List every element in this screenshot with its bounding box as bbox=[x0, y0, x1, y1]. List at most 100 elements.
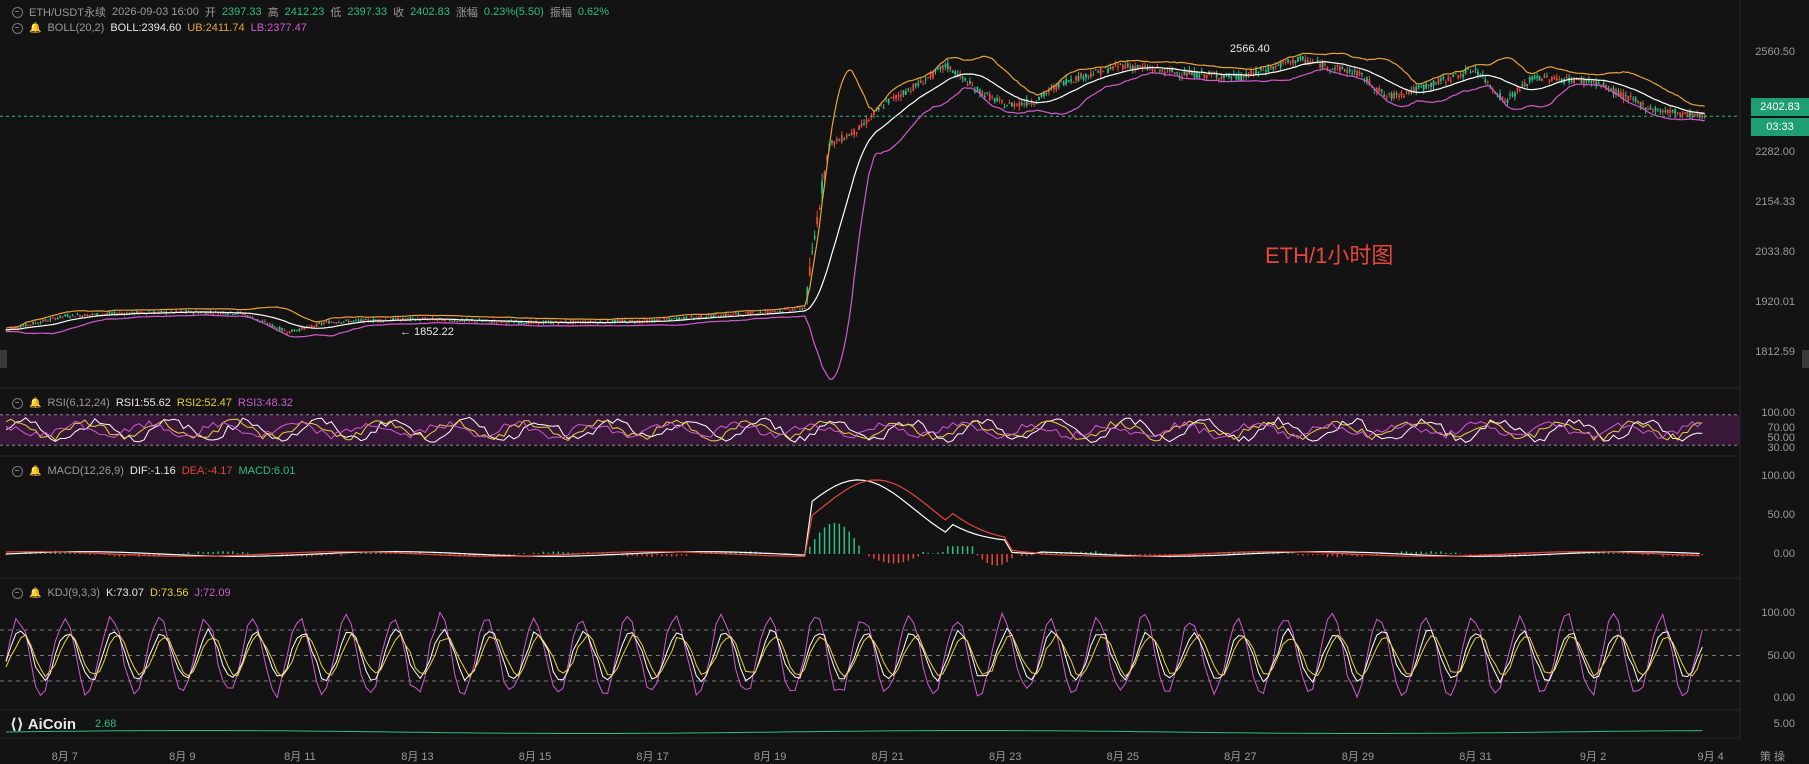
candle-body bbox=[27, 324, 30, 326]
candle-body bbox=[1380, 89, 1383, 92]
eye-icon[interactable] bbox=[12, 465, 23, 477]
bell-icon[interactable]: 🔔 bbox=[29, 588, 41, 599]
settings-label[interactable]: 策 操 bbox=[1760, 748, 1785, 764]
candle-body bbox=[737, 312, 740, 315]
candle-body bbox=[1028, 103, 1031, 105]
candle-body bbox=[360, 319, 362, 321]
candle-body bbox=[357, 319, 360, 321]
candle-body bbox=[296, 329, 298, 331]
candle-body bbox=[56, 317, 59, 319]
candle-body bbox=[394, 318, 397, 320]
eye-icon[interactable] bbox=[12, 22, 23, 34]
candle-body bbox=[759, 311, 762, 313]
candle-body bbox=[983, 95, 986, 98]
candle-body bbox=[1462, 74, 1465, 77]
boll-name[interactable]: BOLL(20,2) bbox=[47, 22, 104, 34]
candle-body bbox=[845, 134, 848, 138]
candle-body bbox=[796, 307, 799, 309]
candle-body bbox=[231, 314, 234, 316]
candle-body bbox=[47, 320, 49, 322]
x-tick: 8月 23 bbox=[989, 751, 1022, 763]
candle-body bbox=[308, 325, 311, 327]
candle-body bbox=[1262, 70, 1265, 72]
rsi-name[interactable]: RSI(6,12,24) bbox=[47, 397, 109, 409]
candle-body bbox=[1119, 64, 1122, 66]
candle-body bbox=[204, 312, 207, 315]
candle-body bbox=[779, 310, 782, 312]
candle-body bbox=[1173, 72, 1176, 75]
right-collapse-handle[interactable] bbox=[1802, 350, 1809, 368]
eye-icon[interactable] bbox=[12, 397, 23, 409]
candle-body bbox=[727, 314, 730, 316]
candle-body bbox=[993, 98, 996, 102]
bell-icon[interactable]: 🔔 bbox=[29, 466, 41, 477]
candle-body bbox=[1336, 65, 1339, 67]
candle-body bbox=[1486, 81, 1489, 83]
candle-body bbox=[1149, 68, 1151, 70]
macd-name[interactable]: MACD(12,26,9) bbox=[47, 465, 123, 477]
candle-body bbox=[1097, 71, 1100, 73]
high-annotation: 2566.40 bbox=[1230, 43, 1270, 55]
candle-body bbox=[1247, 75, 1250, 77]
candle-body bbox=[1420, 86, 1423, 88]
candle-body bbox=[971, 85, 974, 87]
candle-body bbox=[715, 314, 717, 316]
candle-body bbox=[298, 329, 301, 331]
rsi1-value: RSI1:55.62 bbox=[115, 397, 171, 409]
amp-label: 振幅 bbox=[549, 7, 572, 19]
close-label: 收 bbox=[393, 7, 405, 19]
candle-body bbox=[895, 94, 897, 99]
candle-body bbox=[436, 319, 439, 321]
candle-body bbox=[293, 330, 296, 332]
candle-body bbox=[1698, 113, 1701, 116]
candle-body bbox=[1299, 56, 1302, 60]
candle-body bbox=[1469, 71, 1472, 73]
dea-value: DEA:-4.17 bbox=[181, 465, 233, 477]
boll-ub: UB:2411.74 bbox=[187, 22, 245, 34]
bell-icon[interactable]: 🔔 bbox=[29, 23, 41, 34]
candle-body bbox=[1558, 79, 1561, 81]
candle-body bbox=[892, 96, 895, 100]
eye-icon[interactable] bbox=[12, 587, 23, 599]
candle-body bbox=[1186, 72, 1188, 77]
candle-body bbox=[658, 319, 661, 321]
candle-body bbox=[1326, 67, 1329, 69]
candle-body bbox=[946, 63, 949, 69]
aicoin-logo: ⟨⟩ AiCoin bbox=[10, 715, 77, 734]
candle-body bbox=[907, 88, 910, 91]
candle-body bbox=[818, 208, 821, 210]
candle-body bbox=[848, 134, 851, 136]
candle-body bbox=[1548, 79, 1551, 82]
candle-body bbox=[93, 313, 96, 315]
boll-mid-line bbox=[5, 61, 1705, 331]
chart-canvas[interactable] bbox=[0, 0, 1809, 764]
macd-value: MACD:6.01 bbox=[238, 465, 296, 477]
kdj-line bbox=[5, 611, 1703, 699]
logo-text: AiCoin bbox=[27, 715, 77, 733]
kdj-name[interactable]: KDJ(9,3,3) bbox=[47, 587, 100, 599]
candle-body bbox=[914, 83, 917, 87]
candle-body bbox=[1361, 73, 1363, 75]
boll-mid: BOLL:2394.60 bbox=[110, 22, 182, 34]
candle-body bbox=[1324, 63, 1326, 65]
left-collapse-handle[interactable] bbox=[0, 350, 7, 368]
boll-lower-line bbox=[5, 68, 1705, 380]
candle-body bbox=[1533, 75, 1536, 80]
candle-body bbox=[480, 321, 483, 323]
candle-body bbox=[1511, 92, 1514, 96]
eye-icon[interactable] bbox=[12, 6, 23, 18]
candle-body bbox=[1444, 81, 1447, 83]
candle-body bbox=[771, 310, 774, 313]
candle-body bbox=[811, 251, 814, 253]
candle-body bbox=[1610, 88, 1612, 90]
candle-body bbox=[912, 84, 915, 91]
bell-icon[interactable]: 🔔 bbox=[29, 398, 41, 409]
candle-body bbox=[1477, 71, 1479, 76]
candle-body bbox=[1072, 81, 1075, 83]
candle-body bbox=[1011, 102, 1013, 107]
candle-body bbox=[212, 313, 215, 315]
candle-body bbox=[798, 307, 801, 310]
candle-body bbox=[998, 99, 1001, 101]
candle-body bbox=[79, 315, 81, 317]
candle-body bbox=[453, 320, 456, 322]
